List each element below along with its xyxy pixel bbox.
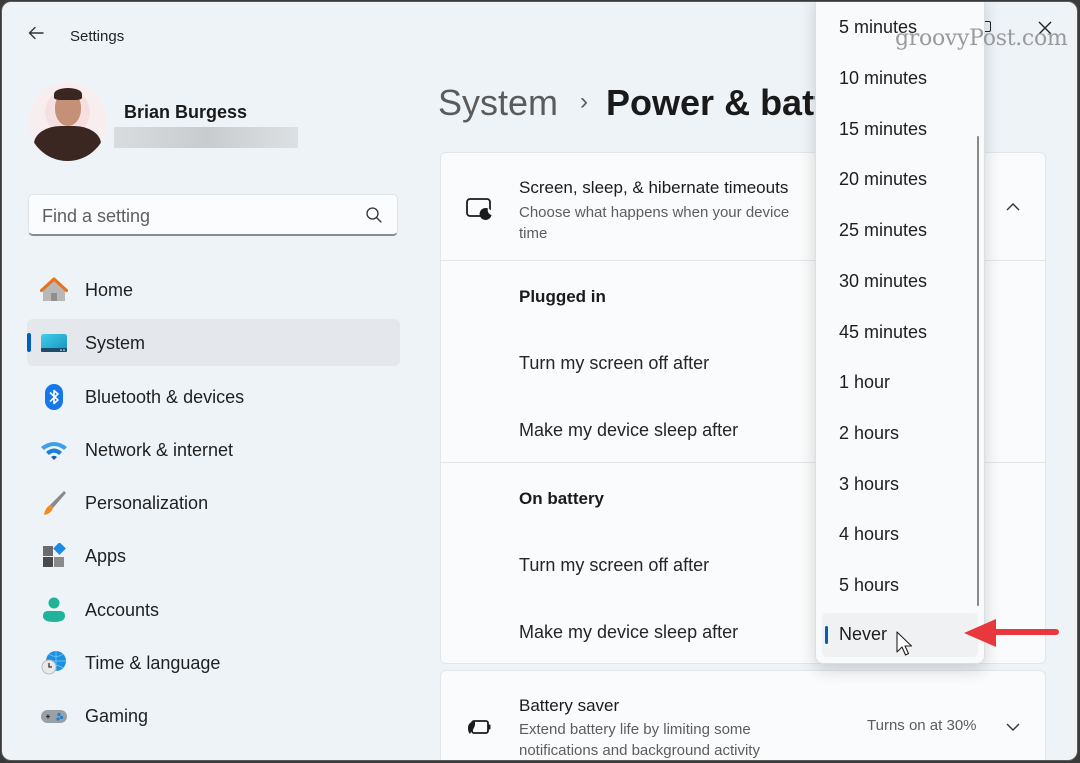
back-arrow-icon xyxy=(28,26,44,40)
plugged-screen-off-label: Turn my screen off after xyxy=(519,353,710,373)
battery-sleep-label: Make my device sleep after xyxy=(519,622,739,642)
breadcrumb-parent[interactable]: System xyxy=(438,82,558,123)
timeouts-title: Screen, sleep, & hibernate timeouts xyxy=(519,178,789,197)
sidebar-item-network[interactable]: Network & internet xyxy=(27,426,400,473)
sidebar-item-system[interactable]: System xyxy=(27,319,400,367)
sidebar-item-label: Accounts xyxy=(85,599,160,620)
sidebar-item-accounts[interactable]: Accounts xyxy=(27,586,400,633)
screen-sleep-icon xyxy=(466,198,492,220)
sidebar-item-label: Personalization xyxy=(85,493,209,514)
sidebar-item-label: Gaming xyxy=(85,706,149,727)
apps-icon xyxy=(43,543,66,568)
dropdown-option[interactable]: 3 hours xyxy=(822,463,978,507)
search-icon[interactable] xyxy=(365,206,383,224)
sidebar-item-label: Apps xyxy=(85,546,127,567)
dropdown-option[interactable]: 45 minutes xyxy=(822,311,978,355)
back-button[interactable] xyxy=(24,24,48,48)
chevron-down-icon[interactable] xyxy=(1005,719,1021,735)
selected-indicator xyxy=(825,626,828,644)
dropdown-option[interactable]: 25 minutes xyxy=(822,209,978,253)
annotation-arrow-icon xyxy=(964,619,1059,647)
battery-saver-icon xyxy=(468,720,491,734)
sidebar-item-label: Home xyxy=(85,280,134,300)
battery-saver-status: Turns on at 30% xyxy=(867,717,977,734)
plugged-in-heading: Plugged in xyxy=(519,287,606,306)
sidebar-item-time-language[interactable]: Time & language xyxy=(27,639,400,686)
timeout-dropdown-list: 5 minutes 10 minutes 15 minutes 20 minut… xyxy=(815,2,985,664)
user-email-redacted xyxy=(114,127,298,148)
settings-window: Settings groovyPost.com Brian Burgess Fi… xyxy=(1,1,1078,761)
plugged-sleep-label: Make my device sleep after xyxy=(519,420,739,440)
breadcrumb: System › Power & battery xyxy=(438,82,880,124)
battery-saver-description: Extend battery life by limiting some not… xyxy=(519,721,760,759)
sidebar-item-label: Time & language xyxy=(85,653,221,674)
sidebar-item-home[interactable]: Home xyxy=(27,266,400,313)
sidebar-item-apps[interactable]: Apps xyxy=(27,532,400,579)
sidebar-item-label: Network & internet xyxy=(85,439,234,460)
battery-saver-title: Battery saver xyxy=(519,696,620,715)
search-input[interactable]: Find a setting xyxy=(28,194,398,236)
sidebar-item-bluetooth[interactable]: Bluetooth & devices xyxy=(27,373,400,420)
sidebar-nav: Home System Bluetooth & devices Network … xyxy=(27,266,400,746)
active-indicator xyxy=(27,333,31,353)
search-placeholder: Find a setting xyxy=(42,206,151,226)
on-battery-heading: On battery xyxy=(519,489,605,508)
sidebar-item-label: Bluetooth & devices xyxy=(85,386,245,407)
sidebar-item-gaming[interactable]: Gaming xyxy=(27,692,400,739)
user-name: Brian Burgess xyxy=(124,102,248,122)
dropdown-option[interactable]: 1 hour xyxy=(822,361,978,405)
battery-screen-off-label: Turn my screen off after xyxy=(519,555,710,575)
avatar[interactable] xyxy=(28,82,107,161)
dropdown-option[interactable]: 20 minutes xyxy=(822,158,978,202)
gamepad-icon xyxy=(41,710,67,724)
globe-clock-icon xyxy=(41,651,66,675)
dropdown-scrollbar[interactable] xyxy=(977,136,979,606)
dropdown-option[interactable]: 5 hours xyxy=(822,564,978,608)
home-icon xyxy=(40,277,68,301)
paintbrush-icon xyxy=(44,491,66,516)
accounts-icon xyxy=(43,597,65,622)
mouse-cursor-icon xyxy=(896,631,912,656)
chevron-up-icon[interactable] xyxy=(1005,199,1021,215)
dropdown-option[interactable]: 5 minutes xyxy=(822,6,978,50)
breadcrumb-separator: › xyxy=(580,88,589,115)
battery-saver-card[interactable]: Battery saver Extend battery life by lim… xyxy=(440,670,1046,760)
close-button[interactable] xyxy=(1022,12,1068,42)
close-icon xyxy=(1038,21,1052,35)
timeouts-description: Choose what happens when your device tim… xyxy=(519,204,790,242)
dropdown-option[interactable]: 2 hours xyxy=(822,412,978,456)
wifi-icon xyxy=(41,441,67,460)
sidebar-item-personalization[interactable]: Personalization xyxy=(27,479,400,526)
dropdown-option[interactable]: 30 minutes xyxy=(822,260,978,304)
bluetooth-icon xyxy=(45,383,63,410)
sidebar-item-label: System xyxy=(85,333,146,354)
dropdown-option[interactable]: 4 hours xyxy=(822,513,978,557)
app-title: Settings xyxy=(70,28,125,45)
dropdown-option[interactable]: 15 minutes xyxy=(822,108,978,152)
system-icon xyxy=(41,334,67,353)
dropdown-option[interactable]: 10 minutes xyxy=(822,57,978,101)
